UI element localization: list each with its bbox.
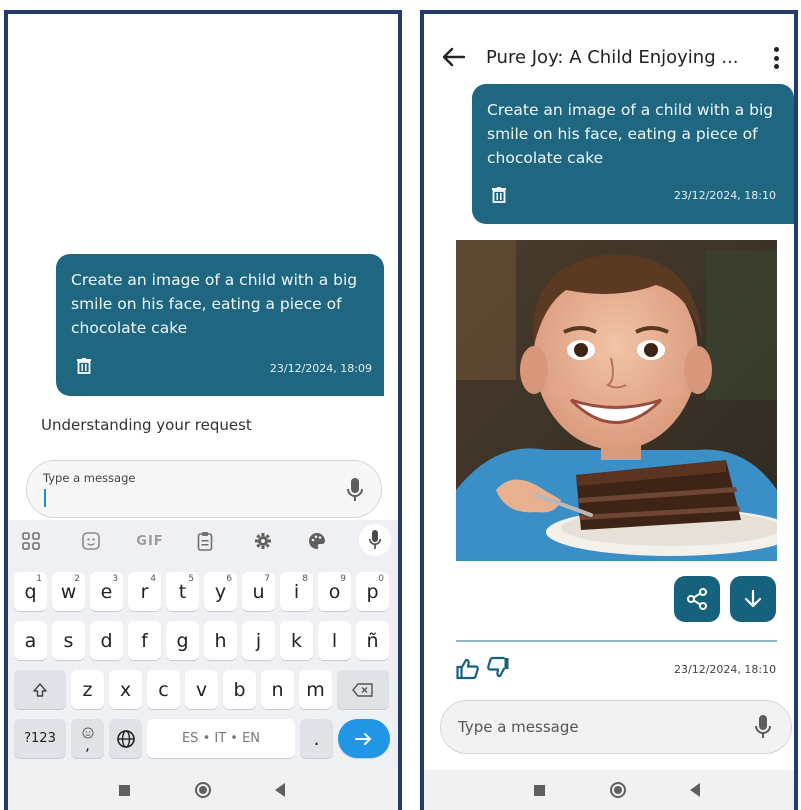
home-icon[interactable]: [195, 782, 211, 798]
android-nav-bar: [424, 770, 794, 810]
share-icon: [687, 588, 707, 610]
key-u[interactable]: u7: [242, 572, 275, 611]
home-icon[interactable]: [610, 782, 626, 798]
key-t[interactable]: t5: [166, 572, 199, 611]
key-w[interactable]: w2: [52, 572, 85, 611]
language-key[interactable]: [109, 719, 142, 758]
right-phone-screen: Pure Joy: A Child Enjoying ... Create an…: [420, 10, 798, 810]
comma-key[interactable]: ,: [71, 719, 104, 758]
key-s[interactable]: s: [52, 621, 85, 660]
message-text: Create an image of a child with a big sm…: [71, 271, 358, 337]
symbols-key[interactable]: ?123: [14, 719, 66, 758]
mic-icon[interactable]: [347, 478, 363, 506]
download-button[interactable]: [730, 576, 776, 622]
key-p[interactable]: p0: [356, 572, 389, 611]
generated-image[interactable]: [456, 240, 777, 561]
keyboard-toolbar: GIF: [8, 520, 398, 562]
download-arrow-icon: [744, 589, 762, 608]
input-placeholder: Type a message: [43, 471, 136, 485]
enter-key[interactable]: [338, 719, 390, 758]
backspace-icon: [352, 682, 373, 697]
response-timestamp: 23/12/2024, 18:10: [674, 663, 777, 676]
android-nav-bar: [8, 770, 398, 810]
trash-icon[interactable]: [77, 358, 91, 374]
share-button[interactable]: [674, 576, 720, 622]
trash-icon[interactable]: [492, 187, 506, 203]
onscreen-keyboard: GIF q1 w2 e3 r4 t5 y6 u7 i8 o9 p0 a s d: [8, 520, 398, 810]
back-arrow-icon[interactable]: [442, 47, 466, 71]
key-q[interactable]: q1: [14, 572, 47, 611]
message-text: Create an image of a child with a big sm…: [487, 101, 774, 167]
recents-icon[interactable]: [119, 785, 130, 796]
chat-title: Pure Joy: A Child Enjoying ...: [486, 47, 739, 68]
key-a[interactable]: a: [14, 621, 47, 660]
user-message-bubble: Create an image of a child with a big sm…: [472, 84, 794, 224]
backspace-key[interactable]: [337, 670, 389, 709]
key-h[interactable]: h: [204, 621, 237, 660]
sticker-icon[interactable]: [80, 530, 102, 552]
arrow-right-icon: [355, 732, 372, 745]
key-f[interactable]: f: [128, 621, 161, 660]
globe-icon: [116, 729, 135, 748]
apps-icon[interactable]: [20, 530, 42, 552]
input-placeholder: Type a message: [458, 718, 579, 736]
palette-icon[interactable]: [306, 530, 328, 552]
shift-icon: [33, 682, 47, 697]
key-e[interactable]: e3: [90, 572, 123, 611]
key-c[interactable]: c: [147, 670, 180, 709]
key-i[interactable]: i8: [280, 572, 313, 611]
thumbs-down-icon[interactable]: [486, 656, 510, 682]
key-l[interactable]: l: [318, 621, 351, 660]
recents-icon[interactable]: [534, 785, 545, 796]
mic-icon[interactable]: [755, 715, 771, 743]
more-options-icon[interactable]: [774, 47, 780, 69]
divider: [456, 640, 777, 642]
key-r[interactable]: r4: [128, 572, 161, 611]
key-n[interactable]: n: [261, 670, 294, 709]
gif-button[interactable]: GIF: [134, 530, 166, 552]
key-v[interactable]: v: [185, 670, 218, 709]
key-d[interactable]: d: [90, 621, 123, 660]
thumbs-up-icon[interactable]: [456, 658, 480, 684]
text-cursor: [44, 489, 46, 507]
space-key[interactable]: ES • IT • EN: [147, 719, 295, 758]
message-timestamp: 23/12/2024, 18:09: [269, 362, 372, 375]
key-x[interactable]: x: [109, 670, 142, 709]
key-b[interactable]: b: [223, 670, 256, 709]
user-message-bubble: Create an image of a child with a big sm…: [56, 254, 384, 396]
left-phone-screen: Create an image of a child with a big sm…: [4, 10, 402, 810]
key-n-tilde[interactable]: ñ: [356, 621, 389, 660]
shift-key[interactable]: [14, 670, 66, 709]
message-input[interactable]: Type a message: [26, 460, 382, 518]
clipboard-icon[interactable]: [194, 530, 216, 552]
key-y[interactable]: y6: [204, 572, 237, 611]
key-j[interactable]: j: [242, 621, 275, 660]
settings-icon[interactable]: [252, 530, 274, 552]
period-key[interactable]: .: [300, 719, 333, 758]
back-icon[interactable]: [690, 783, 700, 797]
message-input[interactable]: Type a message: [440, 700, 792, 754]
keyboard-mic-button[interactable]: [359, 524, 391, 556]
key-g[interactable]: g: [166, 621, 199, 660]
key-z[interactable]: z: [71, 670, 104, 709]
back-icon[interactable]: [275, 783, 285, 797]
key-m[interactable]: m: [299, 670, 332, 709]
message-timestamp: 23/12/2024, 18:10: [673, 189, 776, 202]
key-k[interactable]: k: [280, 621, 313, 660]
key-o[interactable]: o9: [318, 572, 351, 611]
status-text: Understanding your request: [41, 416, 252, 434]
